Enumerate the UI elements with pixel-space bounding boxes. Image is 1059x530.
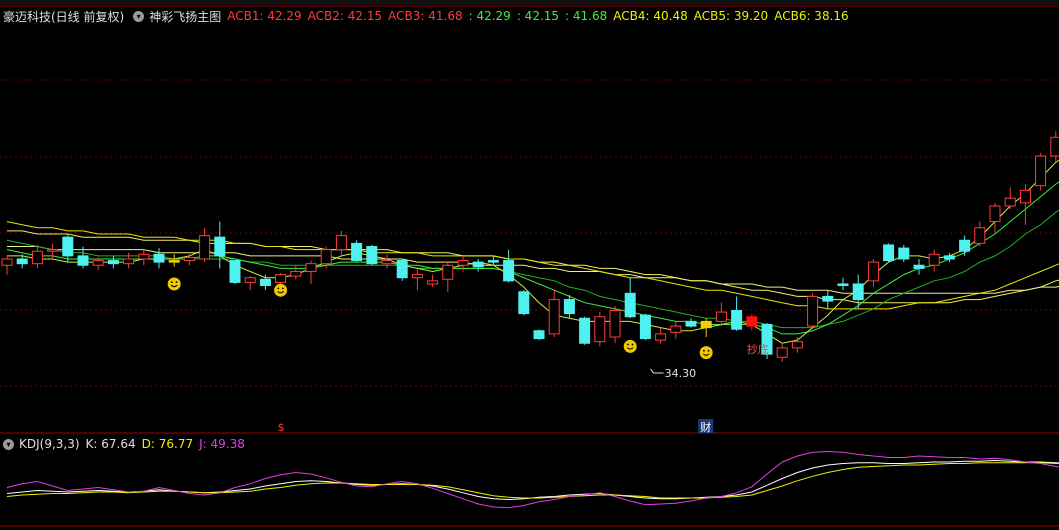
candle-body [1,258,13,266]
candle-body [138,253,150,260]
candle-body [776,347,788,358]
candle-body [655,333,667,341]
smiley-eye [277,287,280,290]
candle-body [457,260,469,266]
candle-body [989,205,1001,223]
candle-body [731,309,743,330]
candle-body [381,260,393,265]
candle-body [107,260,119,265]
candle-body [487,260,499,263]
candle-body [92,260,104,266]
kdj-k-line [6,459,1059,501]
candle-body [518,291,530,315]
candle-body [579,317,591,344]
candle-body [351,242,363,262]
candle-body [320,249,332,265]
candle-body [31,250,43,265]
candle-body [153,253,165,263]
smiley-face [699,346,713,360]
candle-body [442,264,454,280]
candle-body [244,277,256,283]
candle-body [1035,155,1047,187]
candle-body [974,227,986,244]
smiley-eye [707,349,710,352]
candle-body [609,309,621,338]
moving-average-line [6,181,1059,335]
candle-body [639,314,651,340]
moving-average-line [7,159,1059,344]
candle-body [624,292,636,318]
candle-body [1004,197,1016,207]
candle-body [1019,189,1031,204]
chart-canvas[interactable]: 43.4134.30抄底$财 [0,0,1059,530]
smiley-eye [627,343,629,346]
candle-body [290,270,302,277]
kdj-j-line [6,450,1059,509]
candle-body [411,274,423,279]
candle-body [837,283,849,287]
candle-body [898,247,910,260]
candle-body [396,260,408,279]
candle-body [563,299,575,315]
candle-body [1050,136,1059,157]
candle-body [305,263,317,272]
candle-body [62,236,74,257]
candle-body [913,264,925,269]
candle-body [746,316,758,327]
candle-body [259,278,271,287]
candle-body [548,299,560,335]
fund-marker: $ [278,421,285,434]
candle-body [959,239,971,252]
candle-body [594,316,606,343]
candle-body [867,261,879,282]
candle-body [335,235,347,251]
candle-body [670,325,682,333]
candle-body [47,249,59,252]
candle-body [700,320,712,329]
candle-body [427,280,439,285]
smiley-eye [171,281,173,284]
smiley-icon [623,339,637,353]
candle-body [472,261,484,268]
low-pointer [650,368,664,374]
candle-body [199,235,211,260]
candle-body [503,260,515,282]
kdj-d-line [6,462,1059,499]
smiley-face [167,277,181,291]
smiley-face [623,339,637,353]
smiley-icon [167,277,181,291]
cai-marker: 财 [700,420,711,434]
chao-di-signal: 抄底 [747,342,769,356]
candle-body [275,274,287,283]
smiley-eye [175,281,178,284]
candle-body [807,295,819,327]
candle-body [77,255,89,266]
candle-body [943,255,955,260]
smiley-eye [703,349,705,352]
candle-body [822,295,834,302]
candle-body [715,311,727,322]
candle-body [366,246,378,265]
low-price-label: 34.30 [665,367,697,380]
moving-average-line [7,230,1059,304]
candle-body [183,256,195,262]
candle-body [533,330,545,340]
smiley-icon [274,283,288,297]
candle-body [214,236,226,257]
candle-body [852,283,864,301]
candle-body [685,320,697,327]
candle-body [883,244,895,262]
smiley-icon [699,346,713,360]
moving-average-line [6,209,1059,329]
candle-body [928,253,940,266]
candle-body [168,260,180,263]
candle-body [16,258,28,265]
smiley-eye [631,343,634,346]
candle-body [791,341,803,349]
candle-body [123,258,135,265]
smiley-face [274,283,288,297]
smiley-eye [282,287,284,290]
candle-body [229,260,241,283]
